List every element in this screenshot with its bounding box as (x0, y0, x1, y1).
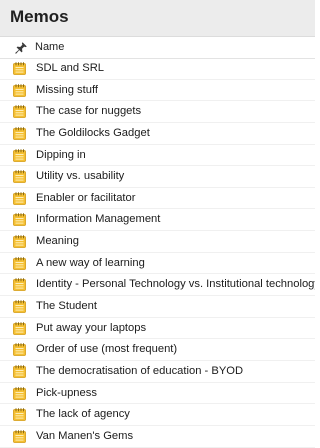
list-item[interactable]: Put away your laptops (0, 318, 315, 340)
list-item-label: The Goldilocks Gadget (36, 126, 150, 139)
memos-panel: Memos Name SDL and SRL Missing stuff The c… (0, 0, 315, 448)
memo-list: SDL and SRL Missing stuff The case for nug… (0, 58, 315, 448)
list-item-label: Meaning (36, 235, 79, 248)
list-item[interactable]: The case for nuggets (0, 101, 315, 123)
list-item-label: Van Manen's Gems (36, 429, 134, 442)
list-item-label: The case for nuggets (36, 105, 142, 118)
memo-icon (13, 386, 26, 400)
list-item[interactable]: Information Management (0, 209, 315, 232)
list-item[interactable]: The Goldilocks Gadget (0, 123, 315, 145)
list-item-label: The democratisation of education - BYOD (36, 364, 244, 377)
memo-icon (13, 213, 26, 227)
list-item[interactable]: Missing stuff (0, 80, 315, 102)
list-item[interactable]: The democratisation of education - BYOD (0, 361, 315, 383)
memo-icon (13, 192, 26, 205)
memo-icon (13, 170, 26, 184)
list-item-label: Put away your laptops (36, 321, 147, 334)
memo-icon (13, 321, 26, 335)
memo-icon (13, 257, 26, 270)
column-header-name[interactable]: Name (0, 37, 315, 59)
memo-icon (13, 278, 26, 292)
list-item-label: SDL and SRL (36, 62, 104, 74)
list-item[interactable]: The Student (0, 296, 315, 318)
list-item[interactable]: Dipping in (0, 145, 315, 167)
list-item-label: A new way of learning (36, 256, 145, 269)
list-item[interactable]: Meaning (0, 231, 315, 253)
list-item-label: Identity - Personal Technology vs. Insti… (36, 278, 315, 291)
list-item[interactable]: A new way of learning (0, 253, 315, 275)
memo-icon (13, 430, 26, 443)
list-item[interactable]: Pick-upness (0, 383, 315, 405)
list-item[interactable]: Enabler or facilitator (0, 188, 315, 210)
panel-title: Memos (10, 7, 69, 26)
memo-icon (13, 127, 26, 140)
list-item[interactable]: SDL and SRL (0, 58, 315, 80)
pin-icon[interactable] (14, 41, 28, 55)
memo-icon (13, 105, 26, 119)
list-item-label: Enabler or facilitator (36, 191, 136, 204)
list-item-label: Order of use (most frequent) (36, 343, 178, 356)
list-item-label: Dipping in (36, 148, 86, 161)
list-item[interactable]: Utility vs. usability (0, 166, 315, 188)
memo-icon (13, 235, 26, 249)
memo-icon (13, 148, 26, 162)
list-item[interactable]: The lack of agency (0, 404, 315, 426)
list-item-label: The Student (36, 300, 97, 313)
list-item-label: The lack of agency (36, 408, 130, 421)
memo-icon (13, 408, 26, 422)
list-item[interactable]: Identity - Personal Technology vs. Insti… (0, 274, 315, 297)
list-item[interactable]: Order of use (most frequent) (0, 339, 315, 361)
list-item-label: Utility vs. usability (36, 170, 125, 183)
memo-icon (13, 343, 26, 357)
list-item-label: Information Management (36, 213, 161, 226)
panel-title-bar: Memos (0, 0, 315, 37)
memo-icon (13, 300, 26, 313)
list-item[interactable]: Van Manen's Gems (0, 426, 315, 448)
memo-icon (13, 83, 26, 97)
list-item-label: Pick-upness (36, 386, 97, 399)
column-header-label: Name (35, 41, 65, 53)
memo-icon (13, 365, 26, 378)
memo-icon (13, 62, 26, 75)
list-item-label: Missing stuff (36, 83, 98, 96)
